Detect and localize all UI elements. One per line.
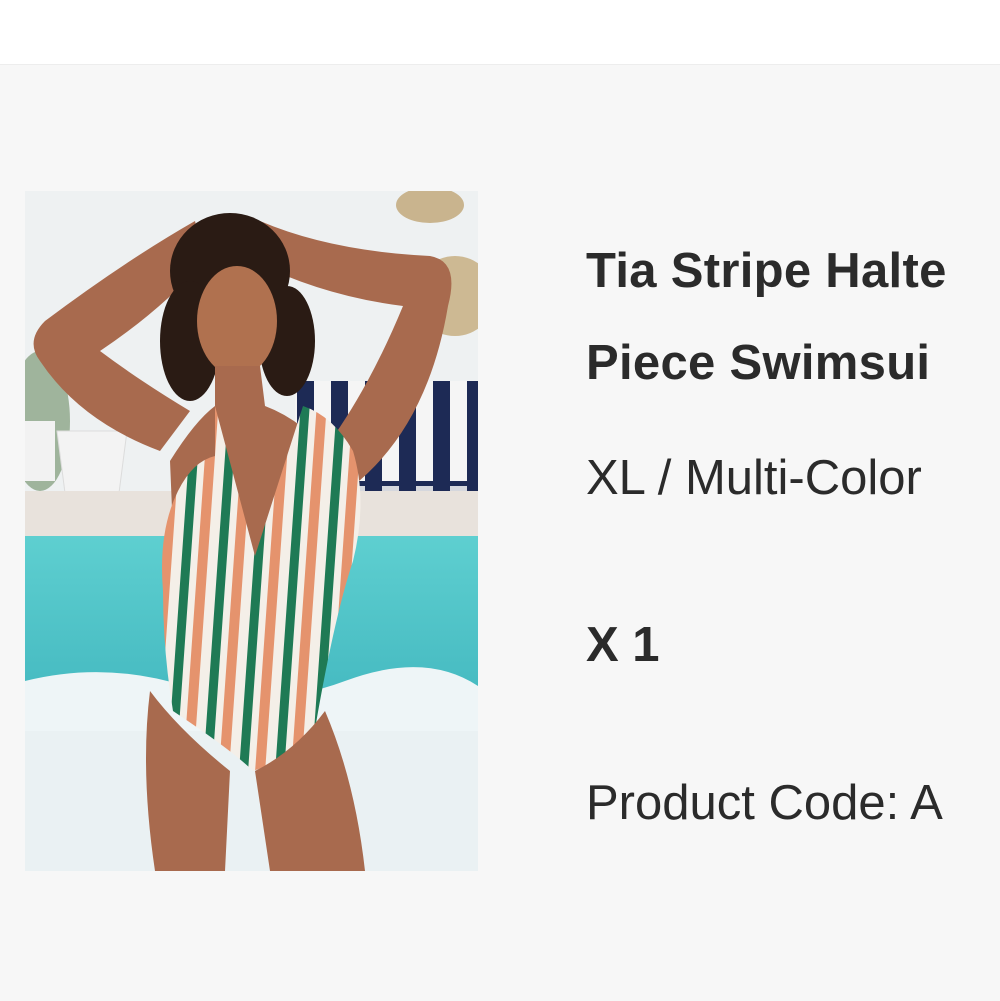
product-image[interactable] xyxy=(25,191,478,871)
product-photo-swimsuit xyxy=(25,191,478,871)
top-header-strip xyxy=(0,0,1000,64)
product-info: Tia Stripe Halte Piece Swimsui XL / Mult… xyxy=(586,225,1000,830)
product-title-line-2[interactable]: Piece Swimsui xyxy=(586,317,1000,409)
product-code: Product Code: A xyxy=(586,776,943,830)
product-variant: XL / Multi-Color xyxy=(586,451,922,505)
product-title-line-1[interactable]: Tia Stripe Halte xyxy=(586,225,1000,317)
order-item-card: Tia Stripe Halte Piece Swimsui XL / Mult… xyxy=(0,64,1000,1001)
product-quantity: X 1 xyxy=(586,618,660,672)
product-title[interactable]: Tia Stripe Halte Piece Swimsui xyxy=(586,225,1000,409)
